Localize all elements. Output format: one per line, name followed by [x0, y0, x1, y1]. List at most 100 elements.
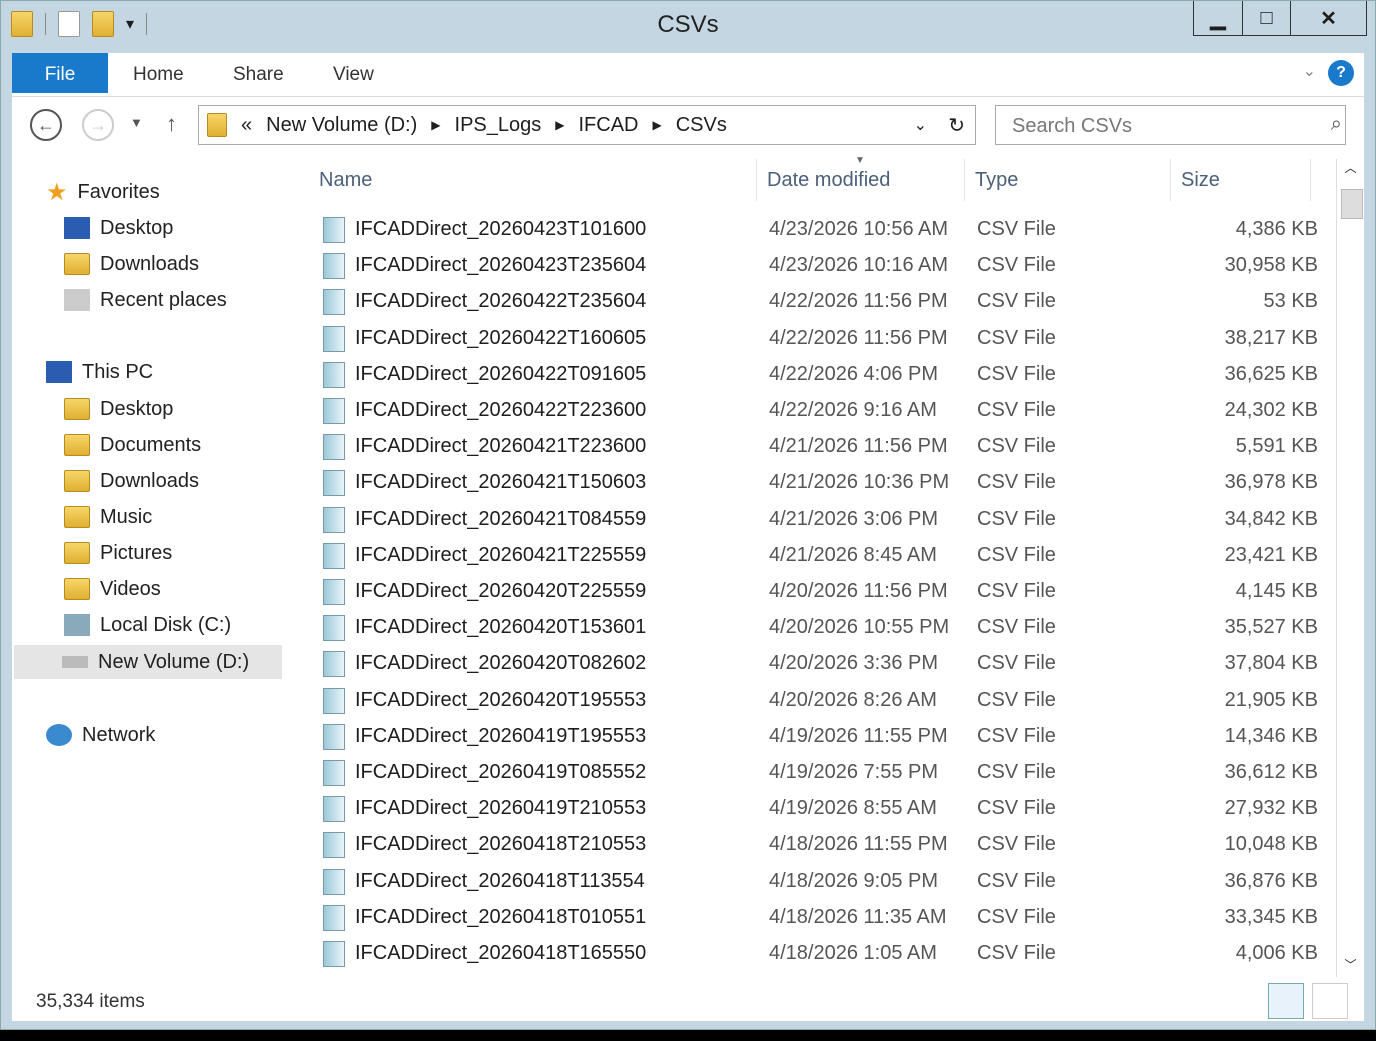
file-date: 4/21/2026 3:06 PM — [769, 507, 939, 530]
tab-share[interactable]: Share — [233, 53, 284, 93]
tab-view[interactable]: View — [333, 53, 374, 93]
sidebar-favorites[interactable]: ★ Favorites — [46, 175, 160, 209]
file-size: 36,612 KB — [1224, 761, 1318, 783]
sidebar-item-documents[interactable]: Documents — [64, 428, 201, 462]
address-dropdown-icon[interactable]: ⌄ — [914, 115, 927, 135]
up-button[interactable]: ↑ — [166, 111, 177, 137]
details-view-button[interactable] — [1268, 983, 1304, 1019]
file-date: 4/22/2026 4:06 PM — [769, 362, 939, 385]
file-row[interactable]: IFCADDirect_20260421T084559 4/21/2026 3:0… — [289, 502, 1328, 538]
sidebar-item-new-volume[interactable]: New Volume (D:) — [14, 645, 282, 679]
file-row[interactable]: IFCADDirect_20260422T091605 4/22/2026 4:0… — [289, 357, 1328, 393]
file-size: 34,842 KB — [1224, 507, 1318, 530]
folder-icon — [207, 113, 227, 137]
sidebar-item-videos[interactable]: Videos — [64, 572, 161, 606]
file-type: CSV File — [977, 580, 1056, 602]
breadcrumb-csvs[interactable]: CSVs — [676, 114, 727, 137]
maximize-button[interactable]: □ — [1242, 1, 1290, 35]
file-name: IFCADDirect_20260419T210553 — [355, 797, 647, 820]
file-row[interactable]: IFCADDirect_20260418T010551 4/18/2026 11:… — [289, 900, 1328, 936]
search-input[interactable]: Search CSVs — [995, 105, 1346, 145]
column-header-type[interactable]: Type — [965, 159, 1171, 201]
scroll-down-icon[interactable]: ﹀ — [1337, 956, 1364, 973]
documents-icon — [64, 434, 90, 456]
file-row[interactable]: IFCADDirect_20260418T113554 4/18/2026 9:0… — [289, 864, 1328, 900]
large-icons-view-button[interactable] — [1312, 983, 1348, 1019]
forward-button[interactable]: → — [82, 109, 114, 141]
file-type: CSV File — [977, 616, 1056, 639]
file-row[interactable]: IFCADDirect_20260418T210553 4/18/2026 11:… — [289, 827, 1328, 863]
file-row[interactable]: IFCADDirect_20260420T225559 4/20/2026 11:… — [289, 574, 1328, 610]
file-date: 4/20/2026 11:56 PM — [769, 580, 948, 602]
file-row[interactable]: IFCADDirect_20260422T235604 4/22/2026 11:… — [289, 284, 1328, 320]
help-button[interactable]: ? — [1328, 60, 1354, 86]
file-type: CSV File — [977, 688, 1056, 711]
file-row[interactable]: IFCADDirect_20260420T153601 4/20/2026 10:… — [289, 610, 1328, 646]
desktop-icon — [64, 217, 90, 239]
file-row[interactable]: IFCADDirect_20260419T085552 4/19/2026 7:5… — [289, 755, 1328, 791]
csv-file-icon — [323, 760, 345, 786]
file-row[interactable]: IFCADDirect_20260419T210553 4/19/2026 8:5… — [289, 791, 1328, 827]
file-row[interactable]: IFCADDirect_20260423T235604 4/23/2026 10:… — [289, 248, 1328, 284]
scroll-up-icon[interactable]: ︿ — [1337, 159, 1364, 176]
sidebar-item-local-disk[interactable]: Local Disk (C:) — [64, 608, 231, 642]
address-overflow[interactable]: « — [241, 114, 252, 137]
back-button[interactable]: ← — [30, 109, 62, 141]
expand-ribbon-icon[interactable]: ⌄ — [1303, 61, 1316, 81]
column-header-name[interactable]: Name — [289, 159, 757, 201]
address-bar[interactable]: « New Volume (D:) ▶ IPS_Logs ▶ IFCAD ▶ CSVs… — [198, 105, 976, 145]
sidebar-item-desktop-fav[interactable]: Desktop — [64, 211, 173, 245]
scroll-thumb[interactable] — [1341, 189, 1363, 219]
file-row[interactable]: IFCADDirect_20260418T165550 4/18/2026 1:0… — [289, 936, 1328, 972]
file-size: 5,591 KB — [1235, 435, 1318, 458]
csv-file-icon — [323, 579, 345, 605]
file-row[interactable]: IFCADDirect_20260419T195553 4/19/2026 11:… — [289, 719, 1328, 755]
file-row[interactable]: IFCADDirect_20260420T195553 4/20/2026 8:2… — [289, 683, 1328, 719]
file-date: 4/21/2026 11:56 PM — [769, 435, 948, 458]
recent-locations-icon[interactable]: ▼ — [130, 115, 143, 130]
explorer-window: ▾ CSVs ▁ □ ✕ File Home Share View ⌄ ? ← … — [0, 0, 1376, 1030]
videos-icon — [64, 578, 90, 600]
search-icon[interactable]: ⌕ — [1331, 113, 1342, 136]
sidebar-item-recent[interactable]: Recent places — [64, 283, 227, 317]
sidebar-item-downloads[interactable]: Downloads — [64, 464, 199, 498]
file-type: CSV File — [977, 761, 1056, 783]
column-header-size[interactable]: Size — [1171, 159, 1311, 201]
file-size: 23,421 KB — [1224, 543, 1318, 566]
downloads-icon — [64, 253, 90, 275]
breadcrumb-new-volume[interactable]: New Volume (D:) — [266, 114, 417, 137]
close-button[interactable]: ✕ — [1290, 1, 1366, 35]
file-size: 53 KB — [1263, 290, 1318, 313]
file-row[interactable]: IFCADDirect_20260421T225559 4/21/2026 8:4… — [289, 538, 1328, 574]
file-size: 4,386 KB — [1235, 218, 1318, 240]
vertical-scrollbar[interactable]: ︿ ﹀ — [1336, 159, 1364, 977]
tab-home[interactable]: Home — [133, 53, 184, 93]
file-name: IFCADDirect_20260423T235604 — [355, 254, 647, 277]
file-row[interactable]: IFCADDirect_20260423T101600 4/23/2026 10:… — [289, 212, 1328, 248]
sidebar-item-desktop[interactable]: Desktop — [64, 392, 173, 426]
breadcrumb-ifcad[interactable]: IFCAD — [578, 114, 638, 137]
sidebar-item-pictures[interactable]: Pictures — [64, 536, 172, 570]
file-row[interactable]: IFCADDirect_20260422T223600 4/22/2026 9:1… — [289, 393, 1328, 429]
sidebar-this-pc[interactable]: This PC — [46, 355, 153, 389]
title-bar: ▾ CSVs ▁ □ ✕ — [1, 1, 1375, 51]
refresh-icon[interactable]: ↻ — [948, 113, 965, 138]
file-row[interactable]: IFCADDirect_20260422T160605 4/22/2026 11:… — [289, 321, 1328, 357]
navigation-pane: ★ Favorites Desktop Downloads Recent plac… — [12, 155, 287, 977]
minimize-button[interactable]: ▁ — [1194, 1, 1242, 35]
file-name: IFCADDirect_20260418T113554 — [355, 869, 645, 892]
tab-file[interactable]: File — [12, 53, 108, 93]
sidebar-network[interactable]: Network — [46, 718, 155, 752]
file-row[interactable]: IFCADDirect_20260420T082602 4/20/2026 3:3… — [289, 646, 1328, 682]
file-row[interactable]: IFCADDirect_20260421T150603 4/21/2026 10:… — [289, 465, 1328, 501]
breadcrumb-ips-logs[interactable]: IPS_Logs — [455, 114, 542, 137]
file-date: 4/18/2026 1:05 AM — [769, 942, 937, 964]
file-type: CSV File — [977, 543, 1056, 566]
file-size: 14,346 KB — [1224, 724, 1318, 747]
file-date: 4/19/2026 11:55 PM — [769, 724, 948, 747]
sidebar-item-downloads-fav[interactable]: Downloads — [64, 247, 199, 281]
sidebar-item-music[interactable]: Music — [64, 500, 152, 534]
file-type: CSV File — [977, 797, 1056, 820]
file-row[interactable]: IFCADDirect_20260421T223600 4/21/2026 11:… — [289, 429, 1328, 465]
file-name: IFCADDirect_20260421T084559 — [355, 507, 647, 530]
